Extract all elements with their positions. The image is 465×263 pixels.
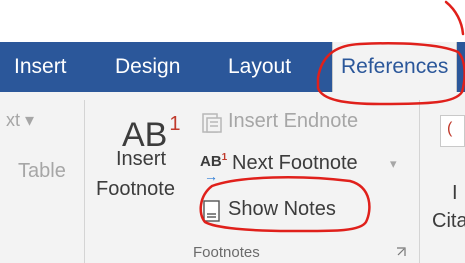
footnotes-group-label: Footnotes: [193, 244, 260, 261]
insert-endnote-label: Insert Endnote: [228, 110, 359, 132]
ribbon-tab-bar: Insert Design Layout References: [0, 42, 465, 94]
next-footnote-label: Next Footnote: [232, 152, 358, 174]
partial-command-label[interactable]: xt ▾: [6, 110, 34, 131]
partial-citation-icon: (: [440, 115, 465, 147]
insert-footnote-button[interactable]: AB 1 Insert Footnote: [94, 106, 194, 236]
next-footnote-dropdown-icon[interactable]: ▾: [390, 156, 397, 172]
insert-footnote-label-2: Footnote: [96, 178, 175, 200]
show-notes-button[interactable]: Show Notes: [200, 194, 380, 226]
next-footnote-button[interactable]: AB1 → Next Footnote ▾: [200, 150, 405, 184]
group-separator: [84, 100, 85, 263]
title-strip: [0, 0, 465, 42]
show-notes-icon: [203, 200, 220, 222]
next-footnote-icon: AB1 →: [200, 152, 228, 184]
insert-citation-label-2[interactable]: Cita: [432, 210, 465, 233]
endnote-icon: [202, 113, 222, 133]
insert-footnote-label-1: Insert: [116, 148, 167, 170]
table-button[interactable]: Table: [18, 160, 66, 183]
tab-layout[interactable]: Layout: [228, 42, 291, 92]
insert-citation-label-1[interactable]: I: [452, 182, 458, 205]
insert-endnote-button[interactable]: Insert Endnote: [200, 108, 400, 138]
show-notes-label: Show Notes: [228, 198, 336, 220]
tab-design[interactable]: Design: [115, 42, 180, 92]
tab-insert[interactable]: Insert: [14, 42, 67, 92]
dialog-launcher-icon[interactable]: [395, 246, 407, 258]
tab-references[interactable]: References: [332, 42, 458, 94]
group-separator: [419, 100, 420, 263]
